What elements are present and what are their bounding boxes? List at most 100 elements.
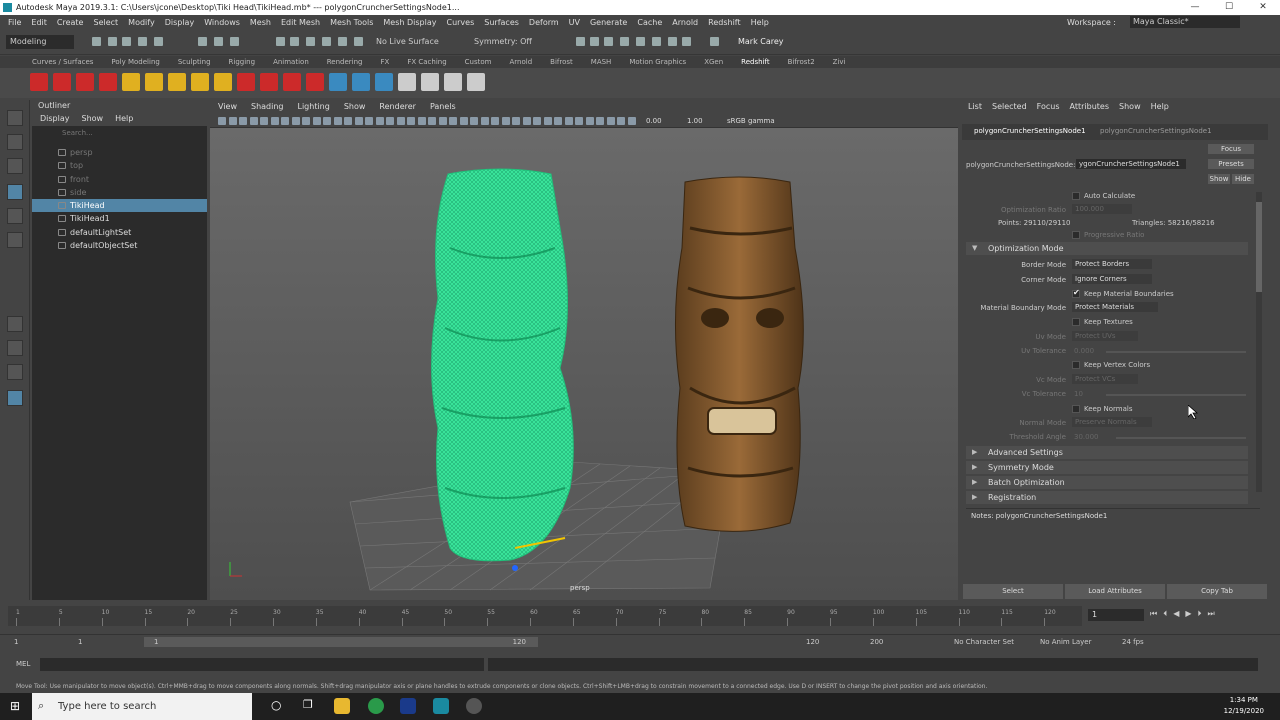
go-end-icon[interactable]: ⏭ [1208, 609, 1215, 619]
ae-menu-attributes[interactable]: Attributes [1070, 100, 1110, 114]
status-line-icon[interactable] [306, 37, 315, 46]
single-pane-icon[interactable] [7, 316, 23, 332]
menu-modify[interactable]: Modify [128, 18, 155, 27]
focus-button[interactable]: Focus [1208, 144, 1254, 154]
outliner-item-defaultlightset[interactable]: defaultLightSet [32, 226, 207, 239]
viewport-tool-icon[interactable] [596, 117, 604, 125]
uv-tolerance-slider[interactable] [1106, 351, 1246, 353]
ae-menu-list[interactable]: List [968, 100, 982, 114]
menu-curves[interactable]: Curves [446, 18, 474, 27]
outliner-menu-show[interactable]: Show [82, 112, 104, 126]
ae-menu-selected[interactable]: Selected [992, 100, 1027, 114]
viewport-tool-icon[interactable] [407, 117, 415, 125]
ae-tab-other[interactable]: polygonCruncherSettingsNode1 [1100, 127, 1212, 135]
outliner-item-top[interactable]: top [32, 159, 207, 172]
vc-tolerance-slider[interactable] [1106, 394, 1246, 396]
menu-edit-mesh[interactable]: Edit Mesh [281, 18, 320, 27]
status-line-icon[interactable] [576, 37, 585, 46]
menu-create[interactable]: Create [57, 18, 84, 27]
menu-surfaces[interactable]: Surfaces [484, 18, 519, 27]
four-pane-icon[interactable] [7, 340, 23, 356]
keep-material-checkbox[interactable] [1072, 288, 1080, 298]
playback-start-field[interactable]: 1 [78, 638, 82, 646]
windows-start-icon[interactable]: ⊞ [10, 699, 20, 713]
gamma-value[interactable]: 1.00 [687, 117, 703, 125]
shelf-tab-poly-modeling[interactable]: Poly Modeling [111, 56, 159, 68]
ae-menu-show[interactable]: Show [1119, 100, 1141, 114]
vp-menu-lighting[interactable]: Lighting [297, 100, 329, 114]
shelf-tab-arnold[interactable]: Arnold [510, 56, 533, 68]
viewport-tool-icon[interactable] [480, 117, 489, 125]
viewport-tool-icon[interactable] [428, 117, 436, 125]
menu-edit[interactable]: Edit [31, 18, 47, 27]
viewport-tool-icon[interactable] [260, 117, 268, 125]
viewport-tool-icon[interactable] [470, 117, 478, 125]
viewport-tool-icon[interactable] [617, 117, 625, 125]
outliner-layout-icon[interactable] [7, 390, 23, 406]
viewport-tool-icon[interactable] [239, 117, 247, 125]
status-line-icon[interactable] [108, 37, 117, 46]
shelf-tool-icon[interactable] [214, 73, 232, 91]
viewport-tool-icon[interactable] [291, 117, 300, 125]
viewport-tool-icon[interactable] [302, 117, 310, 125]
shelf-tool-icon[interactable] [306, 73, 324, 91]
symmetry-dropdown[interactable]: Symmetry: Off [470, 35, 550, 49]
minimize-button[interactable]: — [1178, 0, 1212, 15]
shelf-tool-icon[interactable] [444, 73, 462, 91]
section-batch-optimization[interactable]: ▶ Batch Optimization [966, 476, 1248, 489]
shelf-tab-fx-caching[interactable]: FX Caching [407, 56, 446, 68]
threshold-angle-field[interactable]: 30.000 [1074, 433, 1099, 441]
shelf-tool-icon[interactable] [260, 73, 278, 91]
range-bar[interactable]: 1 120 [144, 637, 538, 647]
shelf-tool-icon[interactable] [329, 73, 347, 91]
maximize-button[interactable]: ☐ [1212, 0, 1246, 15]
viewport-tool-icon[interactable] [522, 117, 531, 125]
menu-mesh-display[interactable]: Mesh Display [383, 18, 436, 27]
viewport-tool-icon[interactable] [312, 117, 321, 125]
keep-textures-checkbox[interactable] [1072, 318, 1080, 326]
playback-end-field[interactable]: 120 [806, 638, 819, 646]
shelf-tab-fx[interactable]: FX [381, 56, 390, 68]
show-button[interactable]: Show [1208, 174, 1230, 184]
rotate-tool-icon[interactable] [7, 208, 23, 224]
viewport-tool-icon[interactable] [270, 117, 279, 125]
section-optimization-mode[interactable]: ▼ Optimization Mode [966, 242, 1248, 255]
attribute-scrollbar[interactable] [1256, 192, 1262, 492]
close-button[interactable]: ✕ [1246, 0, 1280, 15]
status-line-icon[interactable] [636, 37, 645, 46]
shelf-tab-motion-graphics[interactable]: Motion Graphics [629, 56, 686, 68]
shelf-tool-icon[interactable] [76, 73, 94, 91]
section-registration[interactable]: ▶ Registration [966, 491, 1248, 504]
shelf-tab-rigging[interactable]: Rigging [229, 56, 256, 68]
status-line-icon[interactable] [122, 37, 131, 46]
menu-set-dropdown[interactable]: Modeling [6, 35, 74, 49]
menu-generate[interactable]: Generate [590, 18, 627, 27]
border-mode-dropdown[interactable]: Protect Borders [1072, 259, 1152, 269]
user-account[interactable]: Mark Carey [734, 35, 798, 49]
status-line-icon[interactable] [138, 37, 147, 46]
viewport-tool-icon[interactable] [501, 117, 510, 125]
status-line-icon[interactable] [198, 37, 207, 46]
viewport-tool-icon[interactable] [249, 117, 258, 125]
viewport-tool-icon[interactable] [228, 117, 237, 125]
menu-mesh[interactable]: Mesh [250, 18, 271, 27]
progressive-checkbox[interactable] [1072, 231, 1080, 239]
vc-mode-dropdown[interactable]: Protect VCs [1072, 374, 1138, 384]
task-view-icon[interactable]: ❐ [303, 698, 313, 711]
viewport-tool-icon[interactable] [375, 117, 384, 125]
viewport-tool-icon[interactable] [218, 117, 226, 125]
viewport-panel[interactable]: View Shading Lighting Show Renderer Pane… [210, 100, 958, 600]
shelf-tab-custom[interactable]: Custom [465, 56, 492, 68]
fps-dropdown[interactable]: 24 fps [1122, 638, 1144, 646]
shelf-tool-icon[interactable] [375, 73, 393, 91]
viewport-tool-icon[interactable] [575, 117, 583, 125]
shelf-tool-icon[interactable] [283, 73, 301, 91]
shelf-tool-icon[interactable] [191, 73, 209, 91]
paint-select-icon[interactable] [7, 158, 23, 174]
file-explorer-icon[interactable] [334, 698, 350, 714]
menu-display[interactable]: Display [165, 18, 195, 27]
live-surface-field[interactable]: No Live Surface [372, 35, 452, 49]
shelf-tool-icon[interactable] [122, 73, 140, 91]
viewport-tool-icon[interactable] [459, 117, 468, 125]
shelf-tab-rendering[interactable]: Rendering [327, 56, 363, 68]
